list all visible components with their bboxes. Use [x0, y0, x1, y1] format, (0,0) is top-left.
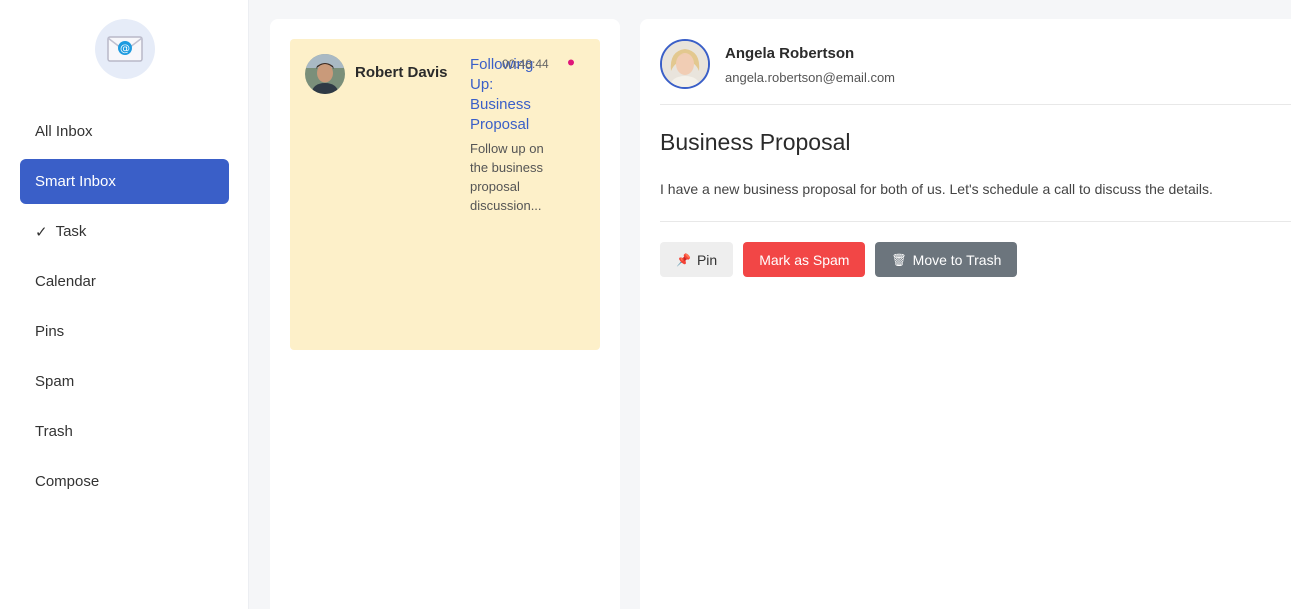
sender-email: angela.robertson@email.com	[725, 70, 896, 85]
sidebar-item-calendar[interactable]: Calendar	[20, 259, 229, 304]
divider	[660, 104, 1291, 105]
sidebar: @ All Inbox Smart Inbox ✓ Task Calendar …	[0, 0, 249, 609]
move-to-trash-button-label: Move to Trash	[912, 251, 1002, 268]
sidebar-item-label: All Inbox	[35, 123, 93, 140]
sidebar-item-label: Calendar	[35, 273, 96, 290]
sidebar-item-smart-inbox[interactable]: Smart Inbox	[20, 159, 229, 204]
sender-name: Angela Robertson	[725, 45, 855, 62]
sidebar-item-label: Spam	[35, 373, 75, 390]
svg-text:@: @	[120, 44, 130, 55]
mark-spam-button-label: Mark as Spam	[759, 251, 850, 268]
mail-detail-panel: Angela Robertson angela.robertson@email.…	[640, 19, 1291, 609]
sidebar-item-trash[interactable]: Trash	[20, 409, 229, 454]
mail-subject-heading: Business Proposal	[660, 129, 851, 155]
mail-preview: Follow up on the business proposal discu…	[470, 141, 544, 213]
mark-spam-button[interactable]: Mark as Spam	[743, 242, 866, 277]
mail-logo-icon[interactable]: @	[95, 19, 155, 79]
sidebar-item-label: Pins	[35, 323, 65, 340]
sidebar-item-label: Smart Inbox	[35, 173, 116, 190]
avatar	[660, 39, 710, 89]
sidebar-item-compose[interactable]: Compose	[20, 459, 229, 504]
mail-actions: 📌 Pin Mark as Spam 🗑 Move to Trash	[660, 242, 1018, 277]
sidebar-item-spam[interactable]: Spam	[20, 359, 229, 404]
pin-button-label: Pin	[696, 251, 718, 268]
sidebar-item-label: Trash	[35, 423, 73, 440]
sidebar-item-all-inbox[interactable]: All Inbox	[20, 109, 229, 154]
pin-button[interactable]: 📌 Pin	[660, 242, 734, 277]
sidebar-item-label: Compose	[35, 473, 100, 490]
mail-card[interactable]: Robert Davis Following Up: Business Prop…	[290, 39, 600, 350]
divider	[660, 221, 1291, 222]
mail-body: I have a new business proposal for both …	[660, 181, 1213, 197]
pinned-indicator-icon	[568, 59, 574, 66]
pin-icon: 📌	[676, 252, 691, 267]
sidebar-item-pins[interactable]: Pins	[20, 309, 229, 354]
sender-name: Robert Davis	[355, 64, 448, 81]
avatar	[305, 54, 345, 94]
sidebar-item-label: Task	[55, 223, 87, 240]
mail-list-panel: Robert Davis Following Up: Business Prop…	[270, 19, 620, 609]
move-to-trash-button[interactable]: 🗑 Move to Trash	[875, 242, 1018, 277]
trash-icon: 🗑	[891, 252, 907, 267]
sidebar-nav: All Inbox Smart Inbox ✓ Task Calendar Pi…	[20, 109, 229, 509]
check-icon: ✓	[35, 223, 48, 241]
sidebar-item-task[interactable]: ✓ Task	[20, 209, 229, 254]
mail-time: 00:48:44	[502, 57, 549, 71]
